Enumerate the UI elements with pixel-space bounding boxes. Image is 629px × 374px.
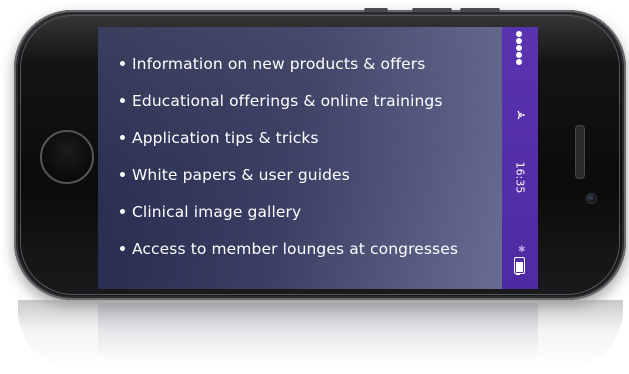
- list-item: White papers & user guides: [120, 162, 512, 187]
- feature-list: Information on new products & offers Edu…: [120, 51, 512, 273]
- list-item-text: White papers & user guides: [132, 165, 350, 184]
- bullet-icon: [120, 61, 125, 66]
- clock-text: 16:35: [513, 161, 527, 193]
- earpiece-speaker: [575, 125, 585, 179]
- volume-up-button: [412, 8, 452, 12]
- screen-reflection: [98, 303, 538, 358]
- bullet-icon: [120, 172, 125, 177]
- list-item-text: Application tips & tricks: [132, 128, 319, 147]
- home-button[interactable]: [40, 130, 94, 184]
- status-bar: 16:35 ✱: [502, 27, 538, 289]
- battery-tip: [516, 273, 520, 275]
- signal-dots-icon: [516, 31, 522, 66]
- list-item-text: Clinical image gallery: [132, 202, 302, 221]
- bullet-icon: [120, 246, 125, 251]
- front-camera: [586, 193, 597, 204]
- list-item: Educational offerings & online trainings: [120, 88, 512, 113]
- list-item: Application tips & tricks: [120, 125, 512, 150]
- list-item-text: Information on new products & offers: [132, 54, 426, 73]
- phone-mockup-scene: Information on new products & offers Edu…: [0, 0, 629, 374]
- bullet-icon: [120, 209, 125, 214]
- bluetooth-icon: ✱: [518, 245, 526, 255]
- list-item-text: Access to member lounges at congresses: [132, 239, 458, 258]
- phone-screen: Information on new products & offers Edu…: [98, 27, 538, 289]
- list-item-text: Educational offerings & online trainings: [132, 91, 443, 110]
- mute-switch: [364, 8, 388, 12]
- battery-icon: [514, 257, 525, 274]
- volume-down-button: [460, 8, 500, 12]
- clock: 16:35: [504, 157, 536, 197]
- bullet-icon: [120, 135, 125, 140]
- list-item: Information on new products & offers: [120, 51, 512, 76]
- wifi-icon: [517, 110, 525, 120]
- bullet-icon: [120, 98, 125, 103]
- list-item: Clinical image gallery: [120, 199, 512, 224]
- list-item: Access to member lounges at congresses: [120, 236, 512, 261]
